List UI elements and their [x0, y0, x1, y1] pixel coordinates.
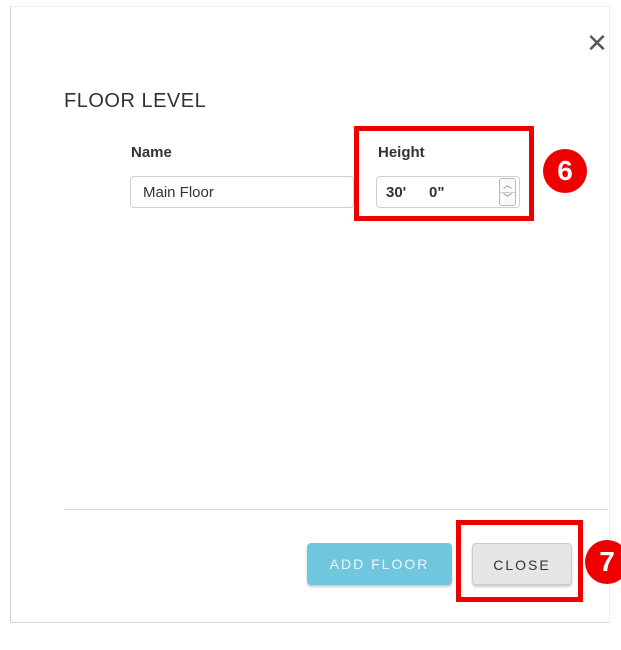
page: ✕ FLOOR LEVEL Name Height 30' 0" ︿ ﹀ 6 A…: [0, 0, 621, 650]
name-input[interactable]: [130, 176, 354, 208]
close-icon[interactable]: ✕: [585, 30, 609, 56]
footer-divider: [64, 509, 607, 510]
add-floor-button[interactable]: ADD FLOOR: [307, 543, 452, 585]
annotation-step-7: 7: [585, 540, 621, 584]
annotation-step-6: 6: [543, 149, 587, 193]
dialog-title: FLOOR LEVEL: [64, 90, 207, 112]
name-label: Name: [131, 144, 172, 161]
annotation-box-close: [456, 520, 583, 602]
annotation-box-height: [354, 126, 534, 221]
